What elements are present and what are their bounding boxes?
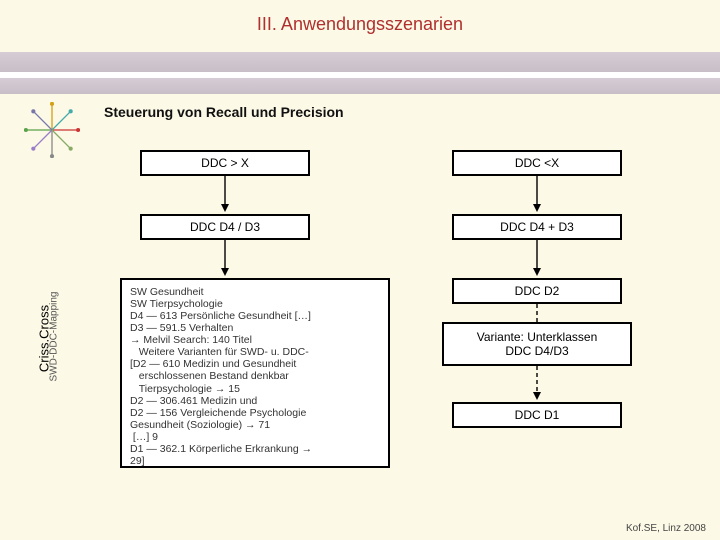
variante-line1: Variante: Unterklassen bbox=[452, 330, 622, 344]
arrow-r3b bbox=[532, 366, 542, 400]
box-ddc-d2: DDC D2 bbox=[452, 278, 622, 304]
arrow-r3a bbox=[532, 304, 542, 322]
box-left-text: SW Gesundheit SW Tierpsychologie D4 — 61… bbox=[120, 278, 390, 468]
slide-title: III. Anwendungsszenarien bbox=[0, 0, 720, 45]
decor-band-top bbox=[0, 52, 720, 72]
box-variante: Variante: Unterklassen DDC D4/D3 bbox=[442, 322, 632, 366]
box-ddc-gt-x: DDC > X bbox=[140, 150, 310, 176]
arrow-l1 bbox=[220, 176, 230, 212]
box-ddc-d1: DDC D1 bbox=[452, 402, 622, 428]
box-ddc-d4-plus-d3: DDC D4 + D3 bbox=[452, 214, 622, 240]
crisscross-logo-icon bbox=[24, 102, 80, 158]
box-ddc-d4-d3: DDC D4 / D3 bbox=[140, 214, 310, 240]
box-ddc-lt-x: DDC <X bbox=[452, 150, 622, 176]
section-subtitle: Steuerung von Recall und Precision bbox=[104, 104, 344, 120]
variante-line2: DDC D4/D3 bbox=[452, 344, 622, 358]
arrow-r2 bbox=[532, 240, 542, 276]
arrow-l2 bbox=[220, 240, 230, 276]
decor-band-low bbox=[0, 78, 720, 94]
content-area: Steuerung von Recall und Precision Criss… bbox=[0, 96, 720, 516]
sidebar-labels: Criss.Cross SWD-DDC-Mapping bbox=[10, 236, 70, 446]
footer-text: Kof.SE, Linz 2008 bbox=[626, 523, 706, 534]
sidebar-sub: SWD-DDC-Mapping bbox=[49, 257, 60, 417]
arrow-r1 bbox=[532, 176, 542, 212]
